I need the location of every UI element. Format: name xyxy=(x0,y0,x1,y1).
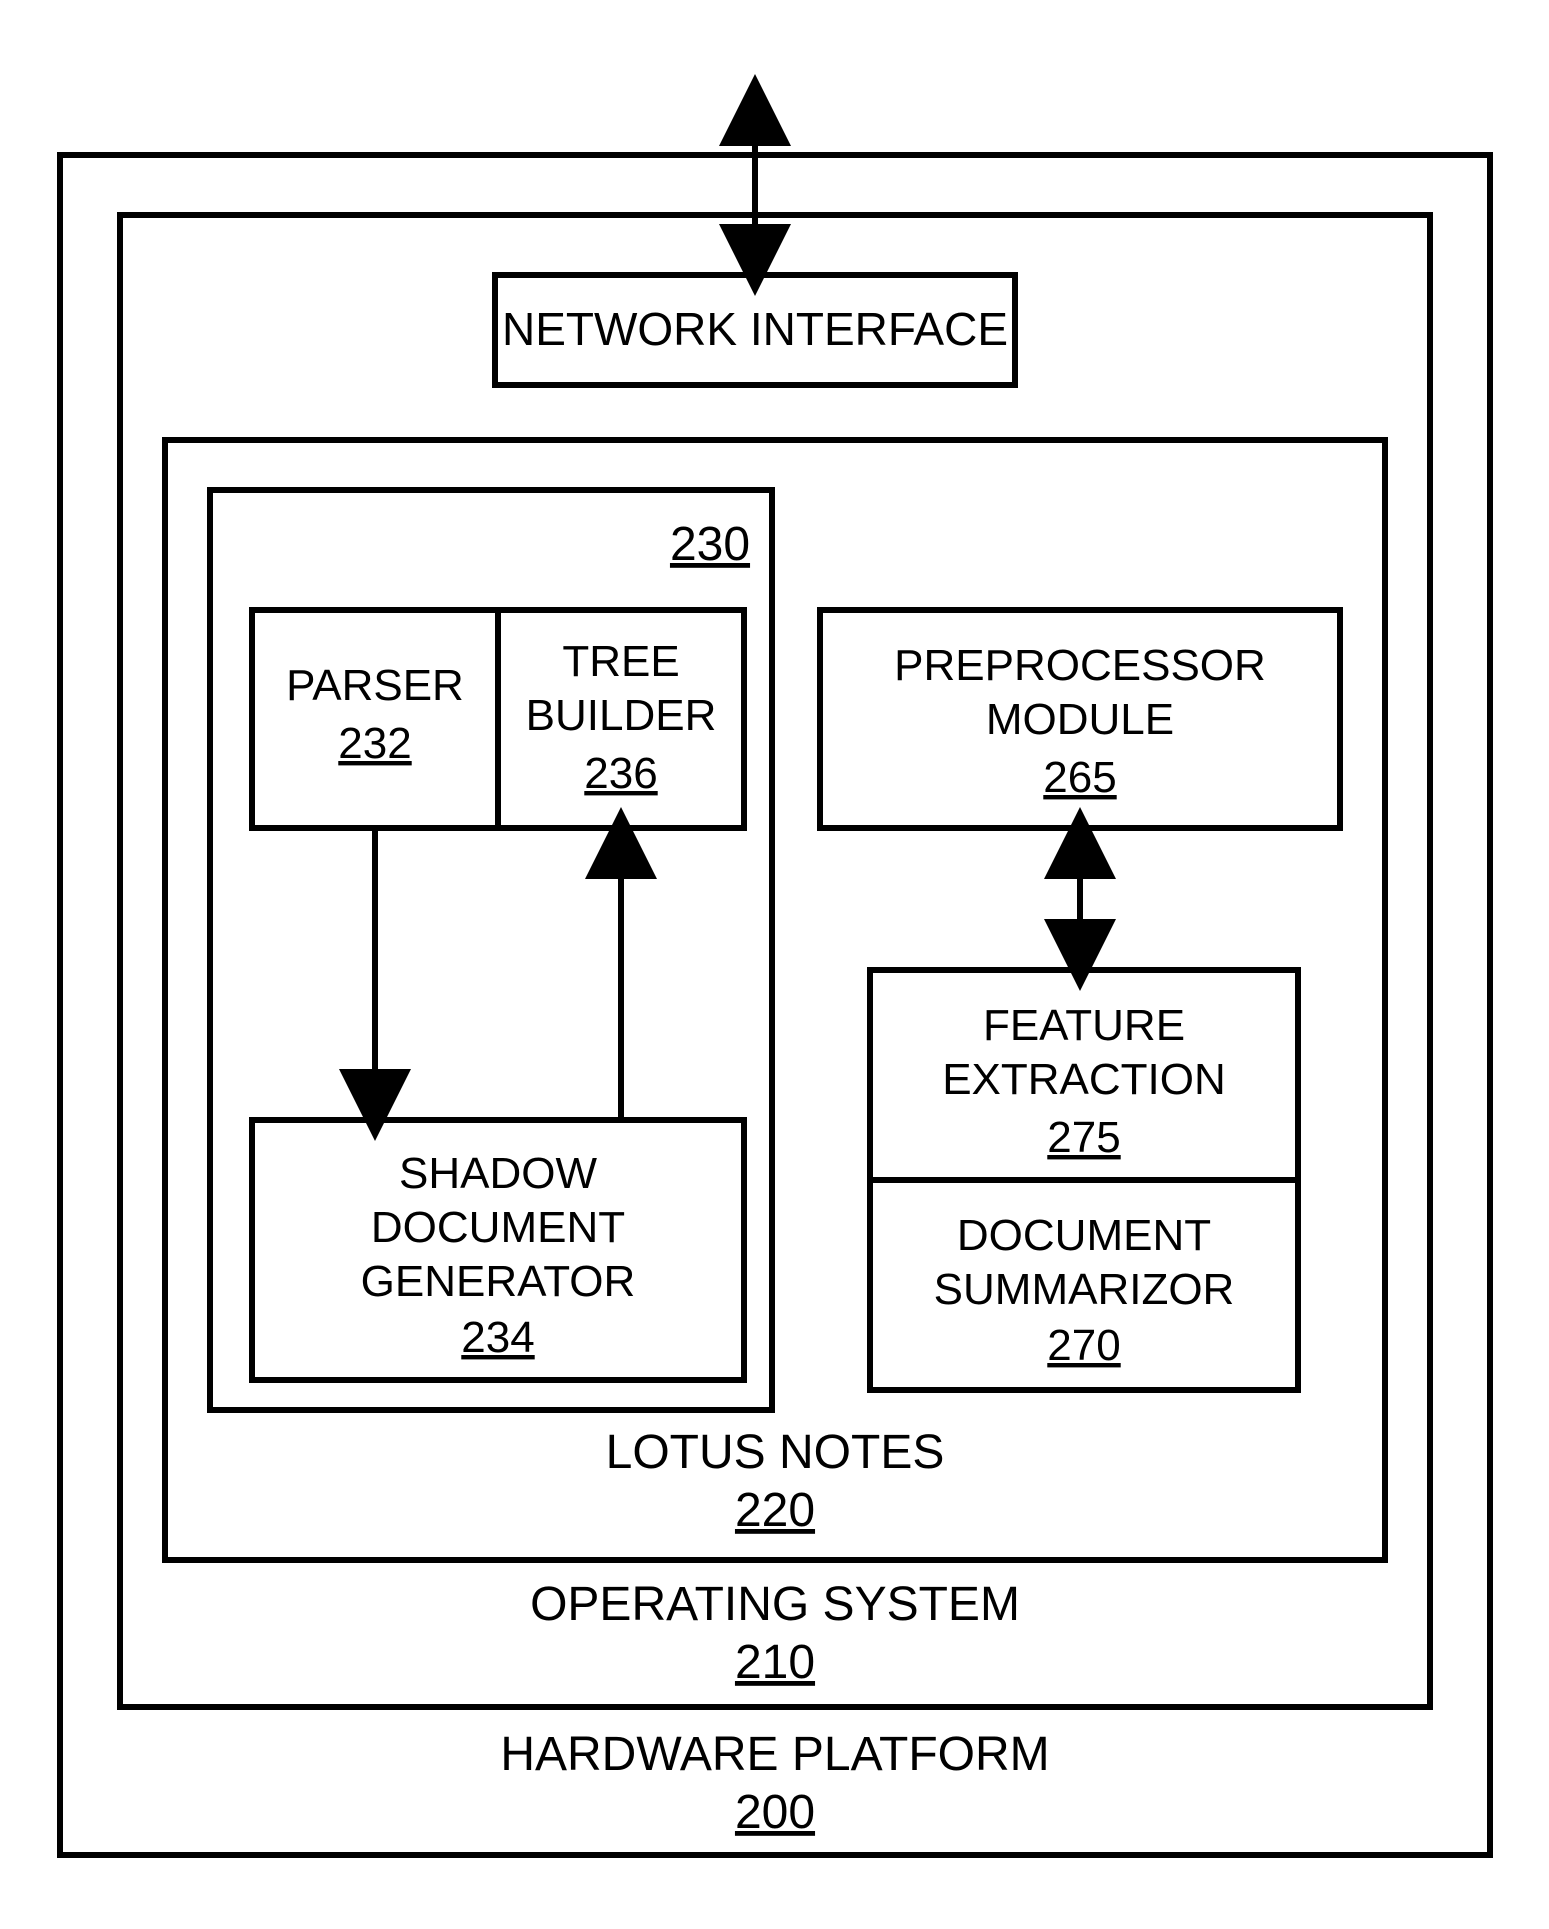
tree-builder-label2: BUILDER xyxy=(526,691,717,740)
hardware-platform-ref: 200 xyxy=(735,1786,815,1839)
parser-label: PARSER xyxy=(286,661,464,710)
operating-system-ref: 210 xyxy=(735,1636,815,1689)
feature-extraction-label1: FEATURE xyxy=(983,1001,1185,1050)
shadow-doc-gen-ref: 234 xyxy=(461,1313,534,1362)
lotus-notes-ref: 220 xyxy=(735,1484,815,1537)
network-interface-label: NETWORK INTERFACE xyxy=(502,303,1008,355)
operating-system-label: OPERATING SYSTEM xyxy=(530,1578,1020,1631)
connector-left-of-feature xyxy=(820,828,870,970)
parser-ref: 232 xyxy=(338,719,411,768)
feature-extraction-label2: EXTRACTION xyxy=(942,1055,1226,1104)
doc-summarizor-ref: 270 xyxy=(1047,1321,1120,1370)
hardware-platform-label: HARDWARE PLATFORM xyxy=(500,1728,1049,1781)
doc-summarizor-label2: SUMMARIZOR xyxy=(934,1265,1235,1314)
module-230-ref: 230 xyxy=(670,518,750,571)
diagram-svg: HARDWARE PLATFORM 200 OPERATING SYSTEM 2… xyxy=(0,0,1549,1929)
tree-builder-ref: 236 xyxy=(584,749,657,798)
lotus-notes-label: LOTUS NOTES xyxy=(606,1426,945,1479)
shadow-doc-gen-label1: SHADOW xyxy=(399,1149,597,1198)
feature-extraction-ref: 275 xyxy=(1047,1113,1120,1162)
tree-builder-label1: TREE xyxy=(562,637,679,686)
shadow-doc-gen-label2: DOCUMENT xyxy=(371,1203,625,1252)
doc-summarizor-label1: DOCUMENT xyxy=(957,1211,1211,1260)
preprocessor-label2: MODULE xyxy=(986,695,1174,744)
preprocessor-ref: 265 xyxy=(1043,753,1116,802)
preprocessor-label1: PREPROCESSOR xyxy=(894,641,1266,690)
shadow-doc-gen-label3: GENERATOR xyxy=(361,1257,636,1306)
